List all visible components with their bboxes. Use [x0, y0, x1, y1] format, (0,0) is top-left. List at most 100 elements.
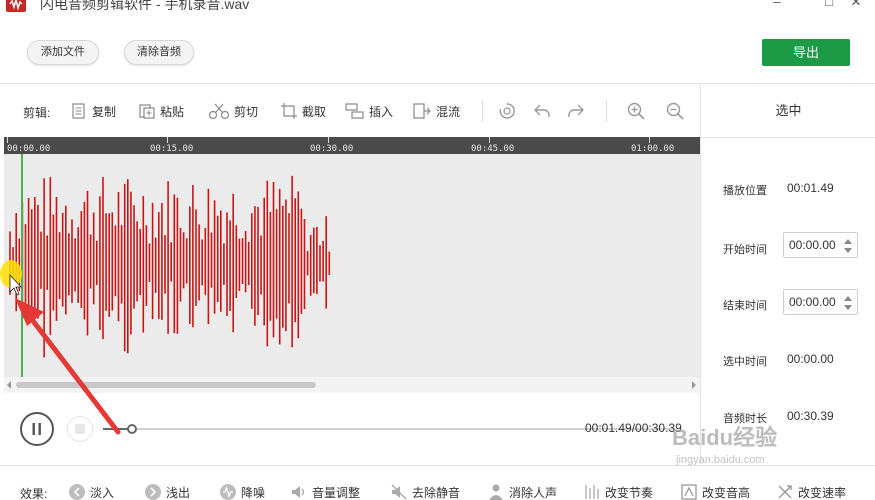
close-icon[interactable]: ✕ — [845, 0, 867, 10]
volume-adjust-label: 音量调整 — [312, 485, 361, 500]
selected-time-label: 选中时间 — [723, 356, 767, 368]
progress-knob[interactable] — [126, 424, 137, 434]
end-time-input[interactable]: 00:00.00 — [783, 289, 858, 315]
spin-up-icon[interactable] — [844, 296, 852, 301]
window-title: 闪电音频剪辑软件 - 手机录音.wav — [40, 0, 250, 12]
spin-down-icon[interactable] — [844, 305, 852, 310]
add-file-button[interactable]: 添加文件 — [27, 40, 99, 65]
paste-button[interactable]: 粘贴 — [138, 102, 184, 120]
mix-button[interactable]: 混流 — [412, 102, 460, 120]
remove-silence-label: 去除静音 — [412, 485, 461, 500]
mix-icon — [413, 103, 431, 119]
change-tempo-label: 改变节奏 — [605, 485, 654, 500]
remove-vocals-label: 消除人声 — [509, 485, 558, 500]
mix-label: 混流 — [436, 104, 461, 119]
play-position-value: 00:01.49 — [787, 181, 834, 195]
redo-icon[interactable] — [566, 101, 586, 121]
timeline-tick — [167, 137, 168, 143]
start-time-value: 00:00.00 — [789, 238, 836, 252]
title-bar: 闪电音频剪辑软件 - 手机录音.wav – □ ✕ — [0, 0, 875, 14]
selection-panel-title: 选中 — [701, 84, 875, 138]
timeline-tick — [649, 137, 650, 143]
timeline-tick-label: 00:45.00 — [471, 144, 515, 154]
fade-out-label: 浅出 — [166, 485, 191, 500]
timeline-tick-label: 00:30.00 — [310, 144, 354, 154]
maximize-icon[interactable]: □ — [818, 0, 840, 9]
fade-in-button[interactable]: 淡入 — [68, 483, 114, 500]
fade-out-icon — [145, 484, 161, 500]
timeline-tick — [7, 137, 8, 143]
copy-label: 复制 — [92, 104, 117, 119]
undo-icon[interactable] — [532, 101, 552, 121]
timeline-tick — [328, 137, 329, 143]
end-time-value: 00:00.00 — [789, 295, 836, 309]
change-tempo-button[interactable]: 改变节奏 — [583, 483, 653, 500]
scroll-right-icon[interactable] — [692, 381, 696, 389]
zoom-in-icon[interactable] — [626, 101, 646, 121]
vocal-remove-icon — [489, 484, 503, 500]
mute-icon — [391, 484, 407, 500]
change-pitch-label: 改变音高 — [702, 485, 751, 500]
minimize-icon[interactable]: – — [766, 0, 788, 9]
timeline-ruler[interactable]: 00:00.00 00:15.00 00:30.00 00:45.00 01:0… — [4, 137, 700, 154]
change-pitch-button[interactable]: 改变音高 — [680, 483, 750, 500]
edit-toolbar: 剪辑: 复制 粘贴 剪切 截取 插入 混流 — [0, 84, 700, 138]
timeline-tick-label: 01:00.00 — [631, 144, 675, 154]
waveform-editor[interactable]: 00:00.00 00:15.00 00:30.00 00:45.00 01:0… — [4, 137, 700, 393]
crop-icon — [281, 103, 297, 119]
change-speed-button[interactable]: 改变速率 — [776, 483, 846, 500]
clear-audio-button[interactable]: 清除音频 — [124, 40, 194, 65]
app-logo-icon — [6, 0, 26, 12]
remove-silence-button[interactable]: 去除静音 — [390, 483, 460, 500]
copy-button[interactable]: 复制 — [70, 102, 116, 120]
toolbar-label: 剪辑: — [23, 106, 51, 120]
waveform-bars — [9, 175, 331, 358]
scroll-left-icon[interactable] — [7, 381, 11, 389]
insert-icon — [345, 103, 364, 119]
fade-out-button[interactable]: 浅出 — [144, 483, 190, 500]
cut-label: 剪切 — [234, 104, 259, 119]
remove-vocals-button[interactable]: 消除人声 — [487, 483, 557, 500]
speed-icon — [778, 485, 792, 499]
insert-button[interactable]: 插入 — [345, 102, 393, 120]
play-position-label: 播放位置 — [723, 185, 767, 197]
toolbar-divider — [482, 100, 483, 122]
spin-up-icon[interactable] — [844, 239, 852, 244]
spin-down-icon[interactable] — [844, 248, 852, 253]
start-time-input[interactable]: 00:00.00 — [783, 232, 858, 258]
scissors-icon — [208, 103, 230, 120]
crop-button[interactable]: 截取 — [280, 102, 326, 120]
denoise-label: 降噪 — [241, 485, 266, 500]
fade-in-label: 淡入 — [90, 485, 115, 500]
time-readout: 00:01.49/00:30.39 — [585, 421, 682, 435]
change-speed-label: 改变速率 — [798, 485, 847, 500]
effects-label: 效果: — [20, 487, 48, 500]
stop-button[interactable] — [67, 416, 93, 442]
horizontal-scrollbar[interactable] — [4, 377, 700, 393]
pause-button[interactable] — [20, 412, 54, 446]
selected-time-value: 00:00.00 — [787, 352, 834, 366]
pause-icon — [32, 423, 41, 435]
timeline-tick-label: 00:15.00 — [150, 144, 194, 154]
volume-adjust-button[interactable]: 音量调整 — [290, 483, 360, 500]
copy-icon — [72, 103, 85, 119]
scrollbar-thumb[interactable] — [16, 382, 316, 388]
cut-button[interactable]: 剪切 — [208, 102, 258, 120]
pitch-icon — [681, 484, 697, 500]
paste-icon — [139, 104, 155, 119]
cursor-highlight — [0, 260, 22, 288]
end-time-label: 结束时间 — [723, 300, 767, 312]
reset-icon[interactable] — [497, 101, 517, 121]
stop-icon — [75, 424, 85, 434]
insert-label: 插入 — [369, 104, 394, 119]
zoom-out-icon[interactable] — [665, 101, 685, 121]
waveform[interactable] — [4, 154, 700, 377]
start-time-label: 开始时间 — [723, 244, 767, 256]
effects-bar: 效果: 淡入 浅出 降噪 音量调整 去除静音 消除人声 改变节奏 改变音高 改变… — [0, 465, 875, 500]
volume-icon — [292, 486, 305, 498]
timeline-tick — [489, 137, 490, 143]
tempo-icon — [585, 485, 599, 499]
export-button[interactable]: 导出 — [762, 39, 850, 66]
denoise-button[interactable]: 降噪 — [219, 483, 265, 500]
crop-label: 截取 — [302, 104, 327, 119]
